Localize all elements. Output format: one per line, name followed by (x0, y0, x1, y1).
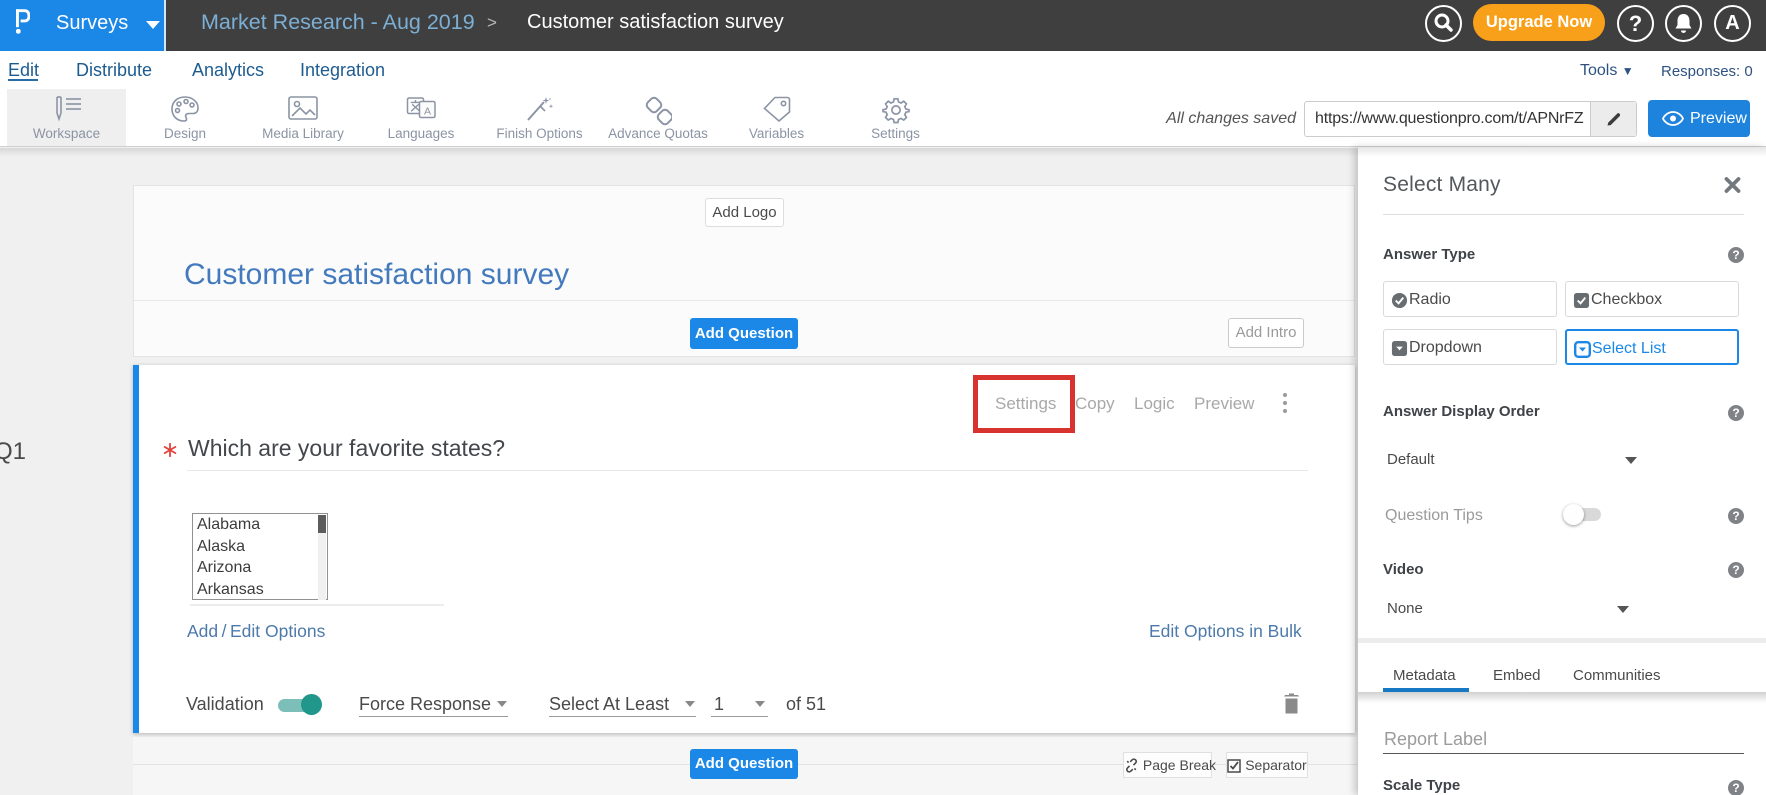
svg-text:A: A (424, 106, 431, 118)
